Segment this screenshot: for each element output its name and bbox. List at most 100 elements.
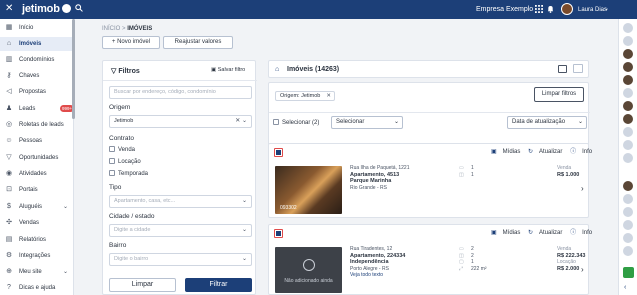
property-stats: ▭ 1 ◫ 1: [459, 165, 474, 178]
contact-avatar[interactable]: [623, 62, 633, 72]
apply-filters-button[interactable]: Filtrar: [185, 278, 252, 292]
home-icon: ⌂: [6, 40, 12, 47]
contact-avatar[interactable]: [623, 127, 633, 137]
user-name[interactable]: Laura Dias: [578, 6, 607, 14]
users-icon: ♟: [5, 105, 13, 112]
properties-count-title: Imóveis (14263): [287, 66, 340, 73]
media-icon: ▣: [491, 149, 497, 155]
property-card[interactable]: ▣ Mídias ↻ Atualizar ⓘ Info Não adicionado …: [268, 224, 592, 295]
contact-avatar[interactable]: [623, 49, 633, 59]
filter-chip-origem[interactable]: Origem: Jetimob ✕: [275, 91, 335, 101]
property-card[interactable]: ▣ Mídias ↻ Atualizar ⓘ Info 093302 Rua Ilha…: [268, 143, 592, 218]
search-input[interactable]: Buscar por endereço, código, condomínio: [109, 86, 252, 99]
globe-icon: ⊕: [6, 268, 12, 275]
user-avatar[interactable]: [561, 3, 573, 15]
chevron-down-icon[interactable]: ⌄: [604, 5, 609, 12]
clear-filters-button[interactable]: Limpar: [109, 278, 176, 292]
cidade-select[interactable]: Digite a cidade ⌄: [109, 224, 252, 237]
home-icon: ⌂: [275, 66, 280, 73]
sort-dropdown[interactable]: Data de atualização ⌄: [507, 116, 587, 129]
contact-avatar[interactable]: [623, 153, 633, 163]
contact-avatar[interactable]: [623, 246, 633, 256]
contact-avatar[interactable]: [623, 23, 633, 33]
company-name[interactable]: Empresa Exemplo: [476, 5, 533, 14]
property-photo-placeholder[interactable]: Não adicionado ainda: [275, 247, 342, 293]
apps-grid-icon[interactable]: [535, 5, 543, 13]
sidebar-item-roletas[interactable]: ◎ Roletas de leads: [0, 118, 74, 132]
sidebar-item-vendas[interactable]: ✣ Vendas: [0, 216, 74, 230]
chevron-down-icon: ⌄: [63, 204, 69, 210]
roulette-icon: ◎: [5, 121, 13, 128]
bell-icon[interactable]: [547, 5, 554, 13]
info-button[interactable]: Info: [582, 149, 592, 155]
sidebar-item-imoveis[interactable]: ⌂ Imóveis: [0, 37, 74, 51]
contact-avatar[interactable]: [623, 233, 633, 243]
close-icon[interactable]: ✕: [326, 92, 331, 100]
sidebar-item-leads[interactable]: ♟ Leads 999+: [0, 102, 75, 116]
chevron-down-icon: ⌄: [577, 119, 583, 125]
contrato-venda-checkbox[interactable]: Venda: [109, 146, 135, 154]
chevron-down-icon: ⌄: [241, 256, 247, 262]
contact-avatar[interactable]: [623, 36, 633, 46]
no-photo-text: Não adicionado ainda: [284, 278, 333, 284]
gallery-view-icon[interactable]: [573, 64, 583, 73]
contact-avatar[interactable]: [623, 75, 633, 85]
media-button[interactable]: Mídias: [503, 230, 521, 236]
update-button[interactable]: Atualizar: [539, 230, 562, 236]
refresh-icon: ↻: [528, 149, 534, 155]
origem-select[interactable]: Jetimob ✕ ⌄: [109, 115, 252, 128]
breadcrumb-root[interactable]: INÍCIO: [102, 26, 120, 32]
select-all-checkbox[interactable]: Selecionar (2): [273, 119, 319, 127]
property-info: Rua Tiradentes, 12 Apartamento, 224334 I…: [350, 246, 405, 279]
sidebar-item-portais[interactable]: ⊡ Portais: [0, 183, 74, 197]
update-button[interactable]: Atualizar: [539, 149, 562, 155]
card-checkbox[interactable]: [274, 229, 283, 238]
sidebar-item-relatorios[interactable]: ▤ Relatórios: [0, 233, 74, 247]
chevron-left-icon[interactable]: ‹: [624, 284, 633, 293]
close-icon[interactable]: ✕: [5, 3, 13, 15]
contrato-locacao-checkbox[interactable]: Locação: [109, 158, 141, 166]
new-property-button[interactable]: + Novo imóvel: [102, 36, 160, 49]
contact-avatar[interactable]: [623, 207, 633, 217]
clear-all-filters-button[interactable]: Limpar filtros: [534, 87, 584, 102]
contact-avatar[interactable]: [623, 140, 633, 150]
sidebar-item-atividades[interactable]: ◉ Atividades: [0, 167, 74, 181]
save-filter-button[interactable]: ▣ Salvar filtro: [211, 66, 245, 74]
sidebar-item-inicio[interactable]: ▦ Início: [0, 21, 74, 35]
info-button[interactable]: Info: [582, 230, 592, 236]
info-icon: ⓘ: [570, 230, 577, 236]
plug-icon: ⚙: [5, 252, 13, 259]
see-full-text-link[interactable]: Veja todo texto: [350, 272, 405, 279]
contact-avatar[interactable]: [623, 194, 633, 204]
search-icon[interactable]: [75, 4, 83, 12]
sidebar-item-meu-site[interactable]: ⊕ Meu site ⌄: [0, 265, 74, 279]
media-button[interactable]: Mídias: [503, 149, 521, 155]
brand-logo[interactable]: jetimob: [22, 3, 71, 15]
contrato-temporada-checkbox[interactable]: Temporada: [109, 170, 148, 178]
contact-avatar[interactable]: [623, 181, 633, 191]
contact-avatar[interactable]: [623, 220, 633, 230]
chevron-right-icon[interactable]: ›: [581, 184, 584, 193]
sidebar-item-pessoas[interactable]: ☺ Pessoas: [0, 134, 74, 148]
sidebar-item-condominios[interactable]: ▥ Condomínios: [0, 53, 74, 67]
contact-avatar[interactable]: [623, 101, 633, 111]
card-checkbox[interactable]: [274, 148, 283, 157]
tipo-select[interactable]: Apartamento, casa, etc... ⌄: [109, 195, 252, 208]
property-title: Apartamento, 224334: [350, 252, 406, 259]
sidebar-item-propostas[interactable]: ◁ Propostas: [0, 85, 74, 99]
sidebar-item-dicas[interactable]: ? Dicas e ajuda: [0, 281, 74, 295]
sidebar-item-integracoes[interactable]: ⚙ Integrações: [0, 249, 74, 263]
bairro-select[interactable]: Digite o bairro ⌄: [109, 253, 252, 266]
sidebar-item-oportunidades[interactable]: ▽ Oportunidades: [0, 151, 74, 165]
chevron-right-icon[interactable]: ›: [581, 265, 584, 274]
main-content: INÍCIO > IMÓVEIS + Novo imóvel Reajustar…: [75, 19, 618, 295]
contact-avatar[interactable]: [623, 88, 633, 98]
chat-icon[interactable]: [623, 267, 634, 278]
adjust-values-button[interactable]: Reajustar valores: [163, 36, 233, 49]
contact-avatar[interactable]: [623, 114, 633, 124]
sidebar-item-chaves[interactable]: ⚷ Chaves: [0, 69, 74, 83]
list-view-icon[interactable]: [558, 65, 567, 73]
sidebar-item-alugueis[interactable]: $ Aluguéis ⌄: [0, 200, 74, 214]
bulk-select-dropdown[interactable]: Selecionar ⌄: [331, 116, 403, 129]
breadcrumb-current: IMÓVEIS: [127, 26, 153, 32]
